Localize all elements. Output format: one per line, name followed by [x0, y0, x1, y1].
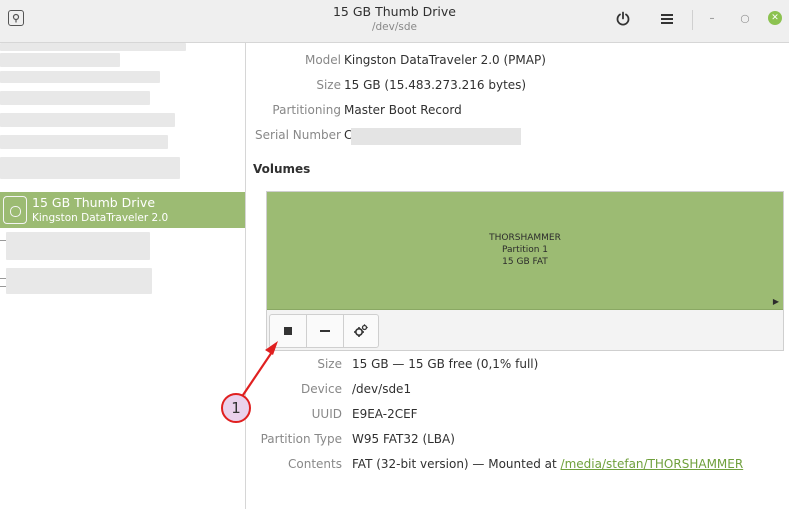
partition-name: THORSHAMMER [489, 233, 561, 243]
delete-partition-button[interactable] [307, 315, 344, 347]
drive-model-value: Kingston DataTraveler 2.0 (PMAP) [344, 53, 546, 67]
drive-size-label: Size [316, 78, 341, 92]
sidebar-item-subtitle: Kingston DataTraveler 2.0 [32, 212, 169, 224]
partition-desc: 15 GB FAT [502, 257, 548, 267]
drive-size-value: 15 GB (15.483.273.216 bytes) [344, 78, 527, 92]
partition-type-row: Partition Type W95 FAT32 (LBA) [247, 432, 789, 450]
blurred-device-entry[interactable] [6, 232, 150, 260]
partition-type-label: Partition Type [260, 432, 342, 446]
power-button[interactable] [610, 8, 636, 30]
partition-label: THORSHAMMER Partition 1 15 GB FAT [267, 232, 783, 268]
partition-size-label: Size [317, 357, 342, 371]
sidebar-item-name: 15 GB Thumb Drive [32, 195, 156, 210]
partition-contents-label: Contents [288, 457, 342, 471]
gears-icon [354, 324, 368, 337]
maximize-icon: ◯ [740, 13, 750, 23]
blurred-device-entry[interactable] [0, 113, 175, 127]
partition-device-label: Device [300, 382, 342, 396]
device-sidebar: 15 GB Thumb Drive Kingston DataTraveler … [0, 43, 246, 509]
usb-drive-icon [3, 196, 27, 224]
blurred-device-entry[interactable] [0, 71, 160, 83]
hamburger-menu-icon [661, 14, 673, 24]
unmount-button[interactable] [270, 315, 307, 347]
blurred-device-entry[interactable] [6, 268, 152, 294]
blurred-device-entry[interactable] [0, 53, 120, 67]
annotation-badge: 1 [221, 393, 251, 423]
blurred-device-entry[interactable] [0, 43, 186, 51]
minimize-icon: – [709, 12, 715, 24]
volumes-heading: Volumes [253, 162, 311, 176]
partition-size-row: Size 15 GB — 15 GB free (0,1% full) [247, 357, 789, 375]
drive-size-row: Size 15 GB (15.483.273.216 bytes) [247, 78, 789, 96]
partition-uuid-value: E9EA-2CEF [352, 407, 418, 421]
drive-partitioning-row: Partitioning Master Boot Record [247, 103, 789, 121]
blurred-device-entry[interactable] [0, 157, 180, 179]
menu-button[interactable] [654, 8, 680, 30]
maximize-button[interactable]: ◯ [738, 11, 752, 25]
partition-device-row: Device /dev/sde1 [247, 382, 789, 400]
close-icon: ✕ [771, 13, 779, 23]
partition-device-value: /dev/sde1 [352, 382, 412, 396]
contents-text: FAT (32-bit version) — Mounted at [352, 457, 561, 471]
serial-redaction [351, 128, 521, 145]
mounted-indicator-icon: ▶ [772, 297, 779, 306]
power-icon [616, 11, 630, 26]
drive-partitioning-value: Master Boot Record [344, 103, 462, 117]
mount-point-link[interactable]: /media/stefan/THORSHAMMER [561, 457, 744, 471]
volume-toolbar [269, 314, 379, 348]
device-marker [0, 278, 6, 279]
partition-settings-button[interactable] [344, 315, 378, 347]
device-marker [0, 240, 6, 241]
partition-uuid-label: UUID [311, 407, 342, 421]
blurred-device-entry[interactable] [0, 135, 168, 149]
partition-size-value: 15 GB — 15 GB free (0,1% full) [352, 357, 539, 371]
partition-contents-value: FAT (32-bit version) — Mounted at /media… [352, 457, 743, 471]
minus-icon [320, 330, 330, 332]
drive-model-label: Model [304, 53, 341, 67]
partition-number: Partition 1 [501, 245, 549, 255]
blurred-device-entry[interactable] [0, 91, 150, 105]
close-button[interactable]: ✕ [768, 11, 782, 25]
minimize-button[interactable]: – [705, 11, 719, 25]
stop-icon [284, 327, 292, 335]
drive-details-pane: Model Kingston DataTraveler 2.0 (PMAP) S… [247, 43, 789, 509]
device-marker [0, 286, 6, 287]
header-bar: 15 GB Thumb Drive /dev/sde – ◯ ✕ [0, 0, 789, 43]
drive-partitioning-label: Partitioning [272, 103, 341, 117]
partition-type-value: W95 FAT32 (LBA) [352, 432, 455, 446]
sidebar-item-thumb-drive[interactable]: 15 GB Thumb Drive Kingston DataTraveler … [0, 192, 245, 228]
partition-block[interactable]: THORSHAMMER Partition 1 15 GB FAT ▶ [267, 192, 783, 310]
volumes-panel: THORSHAMMER Partition 1 15 GB FAT ▶ [266, 191, 784, 351]
drive-serial-label: Serial Number [255, 128, 341, 142]
header-separator [692, 10, 693, 30]
partition-uuid-row: UUID E9EA-2CEF [247, 407, 789, 425]
drive-model-row: Model Kingston DataTraveler 2.0 (PMAP) [247, 53, 789, 71]
drive-serial-row: Serial Number C [247, 128, 789, 146]
partition-contents-row: Contents FAT (32-bit version) — Mounted … [247, 457, 789, 475]
